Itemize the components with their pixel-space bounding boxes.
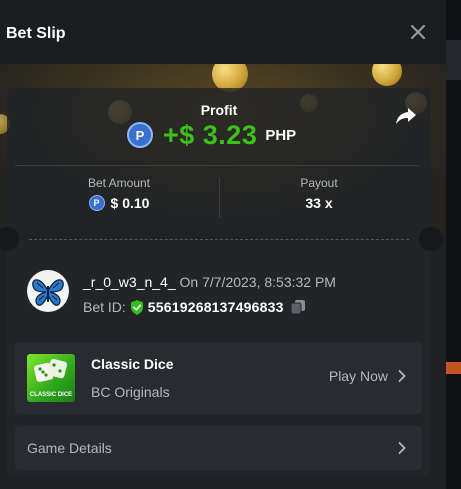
bet-amount-value: $ 0.10: [110, 195, 150, 211]
payout-block: Payout 33 x: [219, 176, 419, 211]
payout-value: 33 x: [305, 195, 333, 211]
dashed-separator: [29, 239, 409, 240]
bet-details-card: Profit P +$ 3.23 PHP Bet Amount P $ 0.10…: [0, 88, 443, 476]
play-now-button[interactable]: Play Now: [329, 368, 406, 384]
chevron-right-icon: [398, 442, 406, 454]
chevron-right-icon: [398, 370, 406, 382]
background-page-edge: [446, 0, 461, 489]
copy-icon[interactable]: [290, 299, 306, 315]
profit-label: Profit: [200, 102, 238, 118]
background-accent-bar: [446, 362, 461, 374]
close-icon[interactable]: [408, 22, 428, 42]
butterfly-icon: [32, 279, 64, 306]
user-row: _r_0_w3_n_4_ On 7/7/2023, 8:53:32 PM Bet…: [27, 270, 417, 320]
modal-header: Bet Slip: [0, 0, 446, 64]
game-name: Classic Dice: [91, 356, 174, 372]
modal-title: Bet Slip: [6, 25, 66, 42]
play-now-label: Play Now: [328, 368, 388, 384]
bet-datetime: On 7/7/2023, 8:53:32 PM: [179, 274, 336, 290]
bet-id-row: Bet ID: 55619268137496833: [83, 299, 306, 315]
bet-id-label: Bet ID:: [83, 299, 126, 315]
bet-amount-label: Bet Amount: [87, 176, 151, 190]
profit-amount: +$ 3.23: [163, 119, 258, 150]
bet-id-value: 55619268137496833: [147, 299, 284, 315]
bet-amount-block: Bet Amount P $ 0.10: [19, 176, 219, 211]
divider: [15, 165, 419, 166]
classic-dice-thumbnail: CLASSIC DICE: [27, 354, 75, 402]
username[interactable]: _r_0_w3_n_4_: [83, 274, 176, 290]
dice-icon: [34, 358, 68, 382]
game-details-row[interactable]: Game Details: [15, 426, 422, 470]
thumbnail-caption: CLASSIC DICE: [29, 392, 73, 398]
user-line: _r_0_w3_n_4_ On 7/7/2023, 8:53:32 PM: [83, 274, 336, 290]
php-coin-icon: P: [88, 195, 105, 211]
game-details-label: Game Details: [27, 440, 112, 456]
butterfly-avatar[interactable]: [27, 270, 69, 312]
background-panel: [446, 40, 461, 80]
profit-currency: PHP: [265, 126, 297, 144]
profit-row: P +$ 3.23 PHP: [127, 120, 296, 150]
ticket-notch-right: [419, 227, 443, 251]
bet-slip-modal: Bet Slip Profit P +$ 3.23 PHP Bet Amount…: [0, 0, 446, 489]
game-provider: BC Originals: [91, 384, 170, 400]
shield-check-icon: [130, 299, 143, 315]
php-coin-icon: P: [127, 122, 153, 148]
share-icon[interactable]: [395, 106, 417, 126]
game-card[interactable]: CLASSIC DICE Classic Dice BC Originals P…: [15, 342, 422, 414]
payout-label: Payout: [300, 176, 338, 190]
bet-amount-value-row: P $ 0.10: [19, 195, 219, 211]
